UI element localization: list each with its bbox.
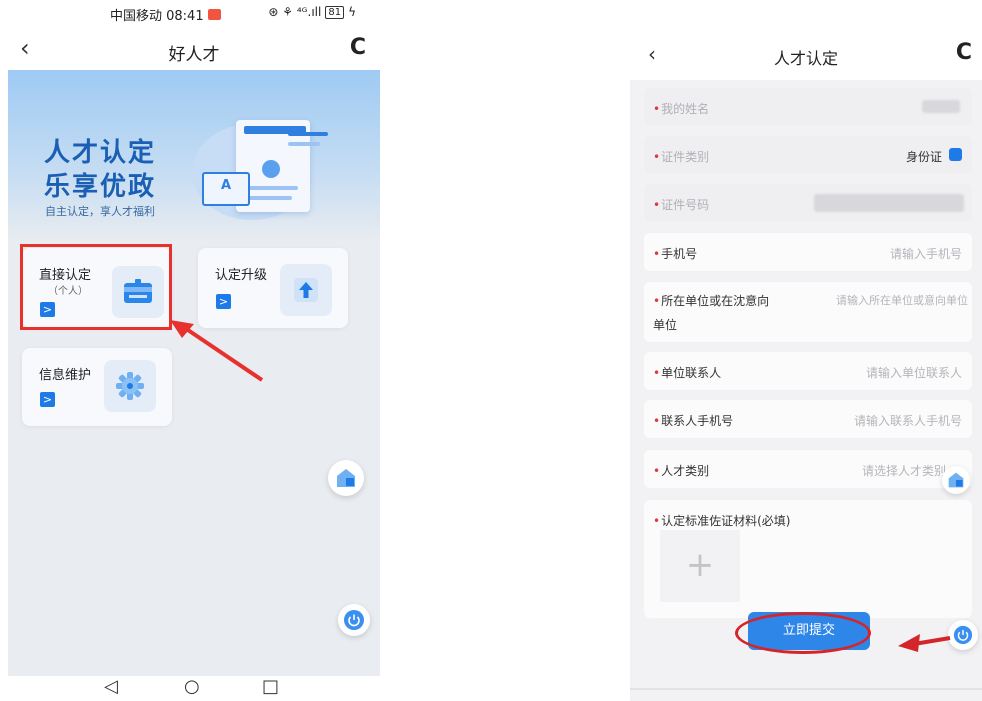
redacted-value [814,194,964,212]
annotation-highlight-box [20,244,172,330]
page-title: 人才认定 [773,49,838,68]
system-home-icon[interactable]: ○ [184,676,200,697]
system-recent-icon[interactable]: □ [262,676,279,697]
field-label-line2: 单位 [653,318,678,332]
id-type-value: 身份证 [905,150,942,164]
field-talent-category[interactable]: •人才类别 请选择人才类别 [644,450,972,488]
field-label: 证件类别 [661,150,710,164]
field-label: 联系人手机号 [661,414,734,428]
tile-info-maintenance[interactable]: 信息维护 > [22,348,172,426]
field-label: 手机号 [661,247,698,261]
certificate-illustration: A [192,110,342,220]
bottom-divider [630,688,982,690]
page-title: 好人才 [168,45,220,65]
status-bar: 中国移动 08:41 ⊛ ⚘ ⁴ᴳ.ıll 81 ϟ [8,0,380,28]
banner-title-line1: 人才认定 [44,138,157,168]
field-phone[interactable]: •手机号 请输入手机号 [644,233,972,271]
left-phone-screen: 中国移动 08:41 ⊛ ⚘ ⁴ᴳ.ıll 81 ϟ ‹ 好人才 C 人才认定 … [8,0,380,701]
tile-upgrade-certification[interactable]: 认定升级 > [198,248,348,328]
gear-icon [104,360,156,412]
hero-banner: 人才认定 乐享优政 自主认定，享人才福利 A [8,70,380,242]
upgrade-arrow-icon [280,264,332,316]
field-label: 单位联系人 [661,366,722,380]
floating-power-button[interactable] [948,620,978,650]
home-icon [337,469,355,487]
floating-home-button[interactable] [328,460,364,496]
redacted-value [922,100,960,113]
field-name: •我的姓名 [644,88,972,126]
annotation-highlight-ellipse [735,612,871,654]
message-icon [207,9,221,20]
signal-icons: ⊛ ⚘ ⁴ᴳ.ıll [268,5,322,19]
talent-category-placeholder: 请选择人才类别 [861,464,946,478]
avatar-icon [262,160,280,178]
floating-home-button[interactable] [942,466,970,494]
upload-add-button[interactable]: + [660,530,740,602]
chevron-right-icon[interactable]: > [40,392,55,407]
field-label: 认定标准佐证材料(必填) [661,514,791,528]
refresh-icon[interactable]: C [956,40,972,65]
field-contact-phone[interactable]: •联系人手机号 请输入联系人手机号 [644,400,972,438]
power-icon [344,610,364,630]
field-id-number: •证件号码 [644,184,972,222]
power-icon [953,625,973,645]
battery-indicator: 81 [325,5,345,19]
top-nav-bar: ‹ 好人才 C [8,30,380,70]
floating-power-button[interactable] [338,604,370,636]
contact-person-placeholder: 请输入单位联系人 [865,366,962,380]
contact-phone-placeholder: 请输入联系人手机号 [853,414,962,428]
system-nav-bar: ◁ ○ □ [8,676,380,701]
field-id-type[interactable]: •证件类别 身份证 [644,136,972,174]
banner-title-line2: 乐享优政 [44,172,157,202]
chevron-right-icon[interactable]: > [216,294,231,309]
tile-label: 认定升级 [215,268,268,283]
tile-label: 信息维护 [39,368,92,383]
home-icon [948,472,964,488]
right-phone-screen: ‹ 人才认定 C •我的姓名 •证件类别 身份证 •证件号码 •手机号 请输入手… [630,30,982,701]
field-employer[interactable]: •所在单位或在沈意向 单位 请输入所在单位或意向单位 [644,282,972,342]
field-label: 人才类别 [661,464,710,478]
dropdown-icon[interactable] [949,148,962,161]
carrier-time: 中国移动 08:41 [110,9,204,24]
annotation-arrow-icon [170,320,264,382]
field-label: 所在单位或在沈意向 [661,294,770,308]
field-label: 证件号码 [661,198,710,212]
phone-placeholder: 请输入手机号 [889,247,962,261]
id-card-icon: A [202,172,250,206]
top-nav-bar: ‹ 人才认定 C [630,30,982,80]
system-back-icon[interactable]: ◁ [104,676,118,697]
employer-placeholder: 请输入所在单位或意向单位 [836,294,968,307]
field-label: 我的姓名 [661,102,710,116]
charging-icon: ϟ [348,5,356,19]
banner-subtitle: 自主认定，享人才福利 [45,205,155,218]
annotation-arrow-icon [898,634,951,652]
field-contact-person[interactable]: •单位联系人 请输入单位联系人 [644,352,972,390]
refresh-icon[interactable]: C [350,34,366,62]
